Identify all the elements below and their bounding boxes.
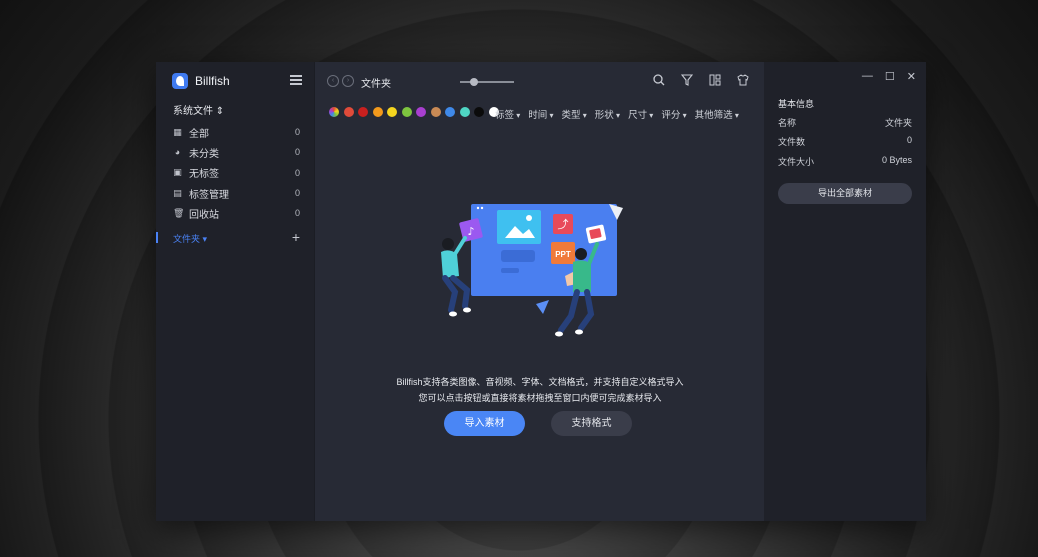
color-filter-dot[interactable] [358,107,368,117]
layout-icon[interactable] [708,74,722,88]
filter-type[interactable]: 类型 [562,107,587,121]
color-filter-row [329,107,499,117]
sidebar-item-label: 全部 [189,128,209,140]
sidebar-item-tag-management[interactable]: ▤ 标签管理 0 [173,183,300,203]
sidebar: Billfish 系统文件 ⇕ ▦ 全部 0 ◕ 未分类 0 ▣ 无标签 0 ▤… [156,62,314,521]
color-filter-dot[interactable] [430,107,441,117]
search-icon[interactable] [652,74,666,88]
import-button[interactable]: 导入素材 [444,411,525,436]
all-colors-icon[interactable] [329,107,339,117]
filter-shape[interactable]: 形状 [595,107,620,121]
svg-text:♪: ♪ [467,225,474,238]
maximize-icon[interactable]: ☐ [885,70,895,83]
info-label: 名称 [778,118,797,128]
tag-icon: ▤ [173,187,182,198]
info-row-file-count: 文件数 0 [778,135,912,148]
color-filter-dot[interactable] [401,107,412,117]
export-all-button[interactable]: 导出全部素材 [778,183,912,204]
svg-text:⤴: ⤴ [558,217,569,231]
window-controls: — ☐ ✕ [862,70,916,83]
color-filter-dot[interactable] [416,107,426,117]
panel-title: 基本信息 [778,99,815,109]
zoom-slider[interactable] [460,78,514,86]
app-window: Billfish 系统文件 ⇕ ▦ 全部 0 ◕ 未分类 0 ▣ 无标签 0 ▤… [156,62,926,521]
filter-dropdowns: 标签 时间 类型 形状 尺寸 评分 其他筛选 [495,107,739,121]
brand: Billfish [172,73,230,89]
info-label: 文件数 [778,137,806,147]
sidebar-item-count: 0 [294,127,300,138]
info-row-file-size: 文件大小 0 Bytes [778,155,912,168]
info-row-name: 名称 文件夹 [778,116,912,129]
forward-icon[interactable]: › [342,75,354,87]
sidebar-item-label: 标签管理 [189,189,229,201]
sidebar-item-untagged[interactable]: ▣ 无标签 0 [173,163,300,183]
empty-state-description-1: Billfish支持各类图像、音视频、字体、文档格式，并支持自定义格式导入 [396,377,684,387]
empty-state-description-2: 您可以点击按钮或直接将素材拖拽至窗口内便可完成素材导入 [418,393,662,403]
ppt-label: PPT [555,250,571,259]
color-filter-dot[interactable] [343,107,354,117]
sidebar-item-all[interactable]: ▦ 全部 0 [173,122,300,142]
grid-icon: ▦ [173,126,182,137]
main-area: ‹ › 文件夹 标签 时间 类型 形 [314,62,764,521]
sidebar-item-label: 未分类 [189,148,219,160]
trash-icon: 🗑 [173,207,185,218]
back-icon[interactable]: ‹ [327,75,339,87]
color-filter-dot[interactable] [387,107,397,117]
empty-state-illustration: ⤴ PPT ♪ [441,204,623,337]
sidebar-item-label: 无标签 [189,169,219,181]
billfish-logo-icon [172,73,188,89]
filter-size[interactable]: 尺寸 [628,107,653,121]
active-indicator [156,232,158,243]
info-panel: — ☐ ✕ 基本信息 名称 文件夹 文件数 0 文件大小 0 Bytes 导出全… [764,62,926,521]
info-value: 0 Bytes [881,155,912,165]
toolbar [652,74,750,88]
folders-label[interactable]: 文件夹 ▾ [173,232,207,245]
add-folder-icon[interactable]: + [292,229,300,245]
untagged-icon: ▣ [173,167,182,178]
sidebar-item-label: 回收站 [189,209,219,221]
info-label: 文件大小 [778,157,815,167]
sidebar-item-trash[interactable]: 🗑 回收站 0 [173,203,300,223]
info-value: 0 [906,135,912,145]
color-filter-dot[interactable] [474,107,484,117]
history-nav: ‹ › [327,75,354,87]
sidebar-item-uncategorized[interactable]: ◕ 未分类 0 [173,142,300,162]
page-title: 文件夹 [361,79,391,90]
sidebar-item-count: 0 [294,188,300,199]
color-filter-dot[interactable] [445,107,455,117]
skin-icon[interactable] [736,74,750,88]
sidebar-item-count: 0 [294,167,300,178]
minimize-icon[interactable]: — [862,70,873,83]
color-filter-dot[interactable] [459,107,470,117]
close-icon[interactable]: ✕ [907,70,916,83]
sidebar-item-count: 0 [294,147,300,158]
pie-icon: ◕ [174,146,181,157]
supported-formats-button[interactable]: 支持格式 [551,411,632,436]
filter-tags[interactable]: 标签 [495,107,520,121]
color-filter-dot[interactable] [372,107,383,117]
filter-rating[interactable]: 评分 [661,107,686,121]
info-value: 文件夹 [884,118,912,128]
zoom-slider-handle[interactable] [469,78,478,86]
sidebar-item-count: 0 [294,208,300,219]
folders-section[interactable]: 文件夹 ▾ + [156,229,300,245]
filter-icon[interactable] [680,74,694,88]
app-name: Billfish [195,74,230,88]
sidebar-nav: ▦ 全部 0 ◕ 未分类 0 ▣ 无标签 0 ▤ 标签管理 0 🗑 回收站 0 [173,122,300,223]
system-files-title[interactable]: 系统文件 ⇕ [173,102,224,117]
menu-icon[interactable] [290,75,302,85]
filter-time[interactable]: 时间 [528,107,553,121]
filter-other[interactable]: 其他筛选 [695,107,739,121]
